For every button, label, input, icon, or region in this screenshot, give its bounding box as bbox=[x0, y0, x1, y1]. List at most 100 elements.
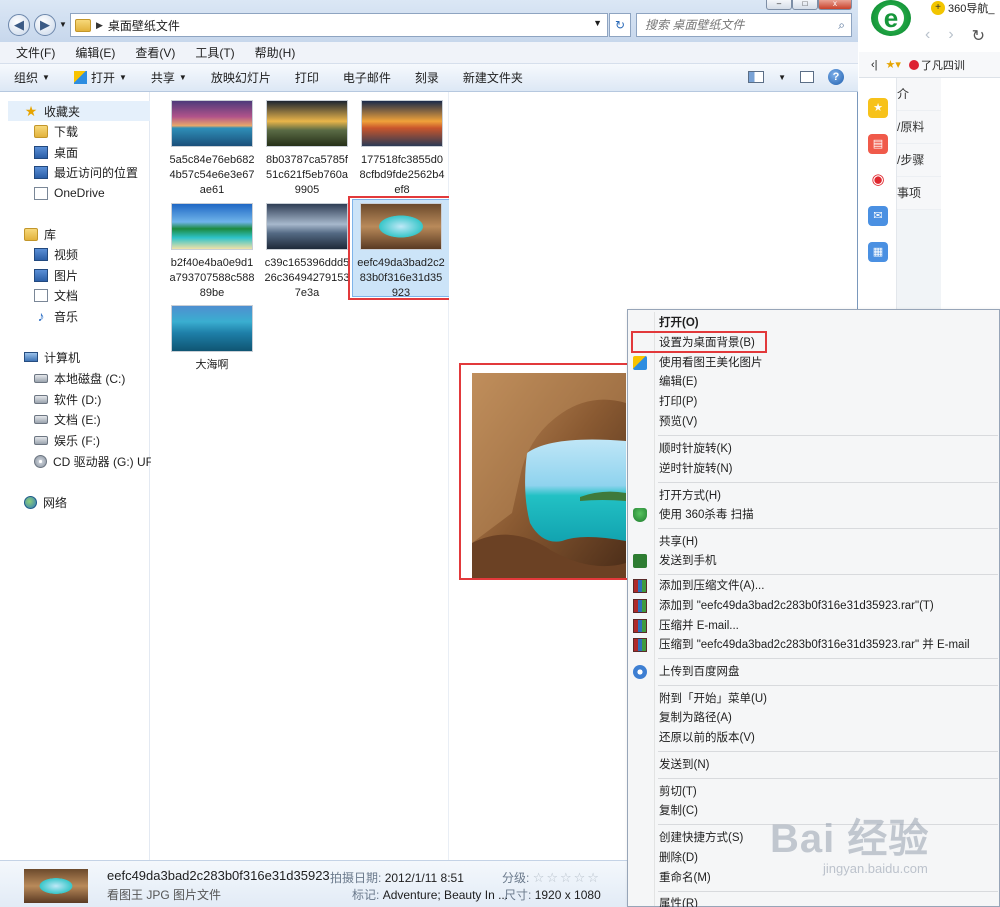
menu-open-with[interactable]: 打开方式(H) bbox=[628, 486, 999, 506]
nav-drive-d[interactable]: 软件 (D:) bbox=[34, 389, 101, 409]
view-dropdown-icon[interactable]: ▼ bbox=[778, 73, 786, 82]
email-button[interactable]: 电子邮件 bbox=[343, 69, 391, 86]
downloads-folder-icon bbox=[34, 124, 48, 138]
outline-item[interactable]: /步骤 bbox=[897, 144, 941, 177]
open-button[interactable]: 打开 ▼ bbox=[73, 69, 127, 86]
nav-documents[interactable]: 文档 bbox=[34, 285, 78, 305]
menu-help[interactable]: 帮助(H) bbox=[245, 44, 306, 61]
browser-tab[interactable]: + 360导航_ bbox=[931, 0, 994, 16]
nav-videos[interactable]: 视频 bbox=[34, 244, 78, 264]
menu-send-to-phone[interactable]: 发送到手机 bbox=[628, 551, 999, 571]
print-button[interactable]: 打印 bbox=[295, 69, 319, 86]
nav-network[interactable]: 网络 bbox=[24, 492, 67, 512]
menu-360-scan[interactable]: 使用 360杀毒 扫描 bbox=[628, 505, 999, 525]
details-date-value[interactable]: 2012/1/11 8:51 bbox=[385, 871, 464, 885]
collapse-sidebar-icon[interactable]: ‹| bbox=[871, 59, 878, 71]
bookmarks-bar: ‹| ★▾ 了凡四训 bbox=[859, 52, 1000, 78]
outline-item[interactable]: 事项 bbox=[897, 177, 941, 210]
menu-edit[interactable]: 编辑(E) bbox=[628, 372, 999, 392]
nav-desktop[interactable]: 桌面 bbox=[34, 142, 78, 162]
file-item[interactable]: 8b03787ca5785f51c621f5eb760a9905 bbox=[259, 100, 355, 198]
browser-refresh-icon[interactable]: ↻ bbox=[972, 26, 985, 46]
menu-compress-email[interactable]: 压缩并 E-mail... bbox=[628, 616, 999, 636]
favorites-icon[interactable]: ★ bbox=[868, 98, 888, 118]
menu-edit[interactable]: 编辑(E) bbox=[65, 44, 125, 61]
file-item[interactable]: 大海啊 bbox=[164, 305, 260, 373]
forward-button[interactable]: ▶ bbox=[34, 14, 56, 36]
menu-print[interactable]: 打印(P) bbox=[628, 392, 999, 412]
menu-pin-to-start[interactable]: 附到「开始」菜单(U) bbox=[628, 689, 999, 709]
menu-cut[interactable]: 剪切(T) bbox=[628, 782, 999, 802]
outline-item[interactable]: 介 bbox=[897, 78, 941, 111]
menu-restore-previous[interactable]: 还原以前的版本(V) bbox=[628, 728, 999, 748]
nav-libraries[interactable]: 库 bbox=[24, 224, 56, 244]
browser-back-icon[interactable]: ‹ bbox=[925, 26, 930, 46]
burn-button[interactable]: 刻录 bbox=[415, 69, 439, 86]
menu-view[interactable]: 查看(V) bbox=[125, 44, 185, 61]
search-icon[interactable]: ⌕ bbox=[838, 18, 845, 33]
menu-tools[interactable]: 工具(T) bbox=[185, 44, 244, 61]
nav-music[interactable]: ♪ 音乐 bbox=[34, 306, 79, 326]
outline-item[interactable]: /原料 bbox=[897, 111, 941, 144]
menu-preview[interactable]: 预览(V) bbox=[628, 412, 999, 432]
close-button[interactable]: x bbox=[818, 0, 852, 10]
menu-rotate-clockwise[interactable]: 顺时针旋转(K) bbox=[628, 439, 999, 459]
nav-onedrive[interactable]: OneDrive bbox=[34, 183, 105, 203]
address-bar[interactable]: ▶ 桌面壁纸文件 ▼ bbox=[70, 13, 608, 37]
new-folder-button[interactable]: 新建文件夹 bbox=[463, 69, 523, 86]
rating-stars-icon[interactable]: ☆☆☆☆☆ bbox=[533, 870, 601, 885]
menu-send-to[interactable]: 发送到(N) bbox=[628, 755, 999, 775]
browser-forward-icon[interactable]: › bbox=[948, 26, 953, 46]
menu-rotate-counterclockwise[interactable]: 逆时针旋转(N) bbox=[628, 459, 999, 479]
nav-downloads[interactable]: 下载 bbox=[34, 121, 78, 141]
bookmark-item[interactable]: 了凡四训 bbox=[908, 57, 965, 73]
nav-recent[interactable]: 最近访问的位置 bbox=[34, 162, 138, 182]
menu-rename[interactable]: 重命名(M) bbox=[628, 868, 999, 888]
address-dropdown-icon[interactable]: ▼ bbox=[593, 18, 602, 28]
menu-copy-as-path[interactable]: 复制为路径(A) bbox=[628, 708, 999, 728]
change-view-icon[interactable] bbox=[748, 71, 765, 83]
file-item[interactable]: c39c165396ddd526c364942791537e3a bbox=[259, 203, 355, 301]
file-item[interactable]: 177518fc3855d08cfbd9fde2562b4ef8 bbox=[354, 100, 450, 198]
search-box[interactable]: ⌕ bbox=[636, 13, 852, 37]
favorites-star-icon[interactable]: ★▾ bbox=[886, 58, 901, 71]
minimize-button[interactable]: – bbox=[766, 0, 792, 10]
breadcrumb-arrow-icon[interactable]: ▶ bbox=[96, 20, 103, 31]
refresh-button[interactable]: ↻ bbox=[609, 13, 631, 37]
slideshow-button[interactable]: 放映幻灯片 bbox=[211, 69, 271, 86]
nav-drive-g[interactable]: CD 驱动器 (G:) UF9 bbox=[34, 451, 160, 471]
weibo-icon[interactable]: ◉ bbox=[868, 170, 888, 190]
file-item[interactable]: b2f40e4ba0e9d1a793707588c58889be bbox=[164, 203, 260, 301]
menu-properties[interactable]: 属性(R) bbox=[628, 894, 999, 907]
document-icon[interactable]: ▦ bbox=[868, 242, 888, 262]
menu-add-to-archive[interactable]: 添加到压缩文件(A)... bbox=[628, 576, 999, 596]
recent-pages-dropdown[interactable]: ▼ bbox=[59, 20, 67, 29]
file-item[interactable]: 5a5c84e76eb6824b57c54e6e3e67ae61 bbox=[164, 100, 260, 198]
nav-computer[interactable]: 计算机 bbox=[24, 347, 80, 367]
menu-add-to-rar[interactable]: 添加到 "eefc49da3bad2c283b0f316e31d35923.ra… bbox=[628, 596, 999, 616]
nav-drive-f[interactable]: 娱乐 (F:) bbox=[34, 430, 100, 450]
menu-file[interactable]: 文件(F) bbox=[6, 44, 65, 61]
share-button[interactable]: 共享 ▼ bbox=[151, 69, 187, 86]
menu-compress-to-rar-email[interactable]: 压缩到 "eefc49da3bad2c283b0f316e31d35923.ra… bbox=[628, 635, 999, 655]
breadcrumb-folder[interactable]: 桌面壁纸文件 bbox=[108, 17, 180, 34]
menu-open[interactable]: 打开(O) bbox=[628, 313, 999, 333]
menu-kantuwang-beautify[interactable]: 使用看图王美化图片 bbox=[628, 353, 999, 373]
search-input[interactable] bbox=[645, 18, 825, 32]
organize-button[interactable]: 组织 ▼ bbox=[14, 69, 50, 86]
notes-icon[interactable]: ▤ bbox=[868, 134, 888, 154]
menu-upload-baidu-pan[interactable]: 上传到百度网盘 bbox=[628, 662, 999, 682]
nav-pictures[interactable]: 图片 bbox=[34, 265, 78, 285]
help-icon[interactable]: ? bbox=[828, 69, 844, 85]
details-tags-value[interactable]: Adventure; Beauty In ... bbox=[383, 888, 508, 902]
back-button[interactable]: ◀ bbox=[8, 14, 30, 36]
menu-share[interactable]: 共享(H) bbox=[628, 532, 999, 552]
nav-favorites[interactable]: ★ 收藏夹 bbox=[8, 101, 150, 121]
nav-drive-e[interactable]: 文档 (E:) bbox=[34, 409, 101, 429]
preview-pane-toggle-icon[interactable] bbox=[800, 71, 814, 83]
maximize-button[interactable]: □ bbox=[792, 0, 818, 10]
mail-icon[interactable]: ✉ bbox=[868, 206, 888, 226]
drive-icon bbox=[34, 414, 48, 424]
nav-drive-c[interactable]: 本地磁盘 (C:) bbox=[34, 368, 125, 388]
menu-separator bbox=[658, 685, 998, 686]
